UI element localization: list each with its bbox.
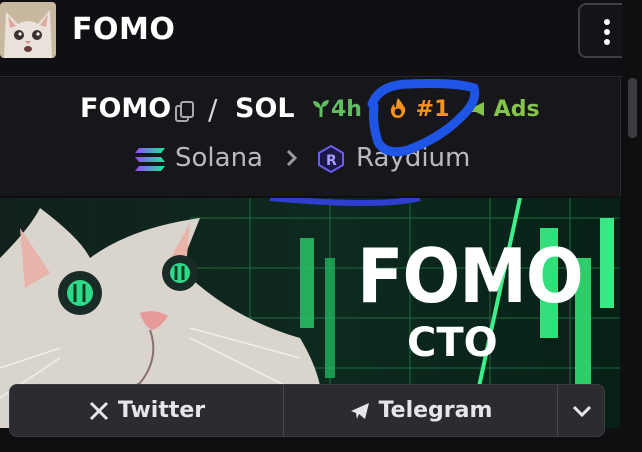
twitter-label: Twitter	[117, 398, 206, 423]
telegram-label: Telegram	[378, 398, 493, 423]
expand-socials-button[interactable]	[558, 385, 605, 436]
telegram-button[interactable]: Telegram	[284, 385, 557, 436]
banner-headline: FOMO	[357, 234, 584, 321]
social-links-bar: Twitter Telegram	[9, 384, 605, 437]
twitter-button[interactable]: Twitter	[10, 385, 283, 436]
x-logo-icon	[89, 401, 108, 420]
telegram-plane-icon	[350, 402, 369, 419]
chevron-down-icon	[572, 405, 591, 417]
banner-subline: CTO	[407, 320, 498, 366]
